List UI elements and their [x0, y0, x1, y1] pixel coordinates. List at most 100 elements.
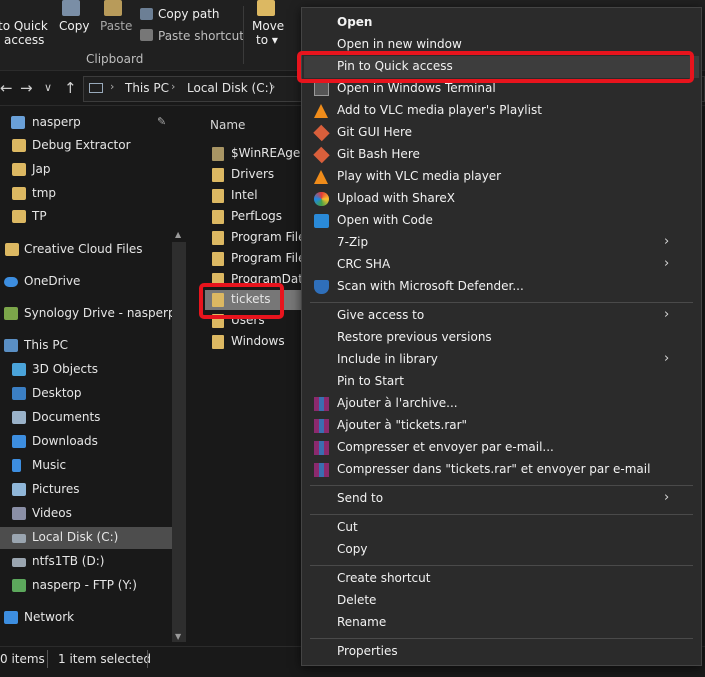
- nav-item-label: nasperp: [32, 115, 81, 129]
- menu-item-7zip[interactable]: 7-Zip ›: [304, 232, 699, 254]
- file-name: Program Files: [231, 251, 312, 265]
- network-icon: [4, 611, 18, 624]
- menu-label: Ajouter à l'archive...: [337, 396, 458, 410]
- menu-item-open-with-code[interactable]: Open with Code: [304, 210, 699, 232]
- creative-cloud-icon: [5, 243, 19, 256]
- move-to-button[interactable]: Move to ▾: [252, 19, 284, 47]
- menu-item-winrar-compress-email[interactable]: Compresser et envoyer par e-mail...: [304, 437, 699, 459]
- sharex-icon: [314, 192, 329, 206]
- menu-label: Play with VLC media player: [337, 169, 502, 183]
- nav-item-label: tmp: [32, 186, 57, 200]
- chevron-right-icon: ›: [664, 256, 670, 271]
- nav-item-onedrive[interactable]: OneDrive: [0, 271, 172, 293]
- folder-icon: [212, 231, 224, 245]
- menu-label: Open with Code: [337, 213, 433, 227]
- menu-label: Open in Windows Terminal: [337, 81, 496, 95]
- nav-item-ftp[interactable]: nasperp - FTP (Y:): [0, 575, 172, 597]
- menu-item-git-bash[interactable]: Git Bash Here: [304, 144, 699, 166]
- breadcrumb-this-pc[interactable]: This PC: [125, 81, 169, 95]
- menu-item-open[interactable]: Open: [304, 12, 699, 34]
- menu-item-defender[interactable]: Scan with Microsoft Defender...: [304, 276, 699, 298]
- nav-item-downloads[interactable]: Downloads: [0, 431, 172, 453]
- nav-item-network[interactable]: Network: [0, 607, 172, 629]
- menu-item-sharex[interactable]: Upload with ShareX: [304, 188, 699, 210]
- menu-item-give-access[interactable]: Give access to ›: [304, 305, 699, 327]
- back-arrow-icon[interactable]: ←: [0, 79, 13, 97]
- menu-item-rename[interactable]: Rename: [304, 612, 699, 634]
- menu-item-include-library[interactable]: Include in library ›: [304, 349, 699, 371]
- menu-label: Delete: [337, 593, 377, 607]
- copy-path-icon: [140, 8, 153, 20]
- menu-label: Add to VLC media player's Playlist: [337, 103, 542, 117]
- scroll-down-arrow-icon[interactable]: ▼: [175, 632, 181, 641]
- paste-icon: [104, 0, 122, 16]
- onedrive-cloud-icon: [4, 277, 18, 287]
- defender-shield-icon: [314, 280, 329, 294]
- up-arrow-icon[interactable]: ↑: [64, 79, 77, 97]
- menu-item-git-gui[interactable]: Git GUI Here: [304, 122, 699, 144]
- menu-item-cut[interactable]: Cut: [304, 517, 699, 539]
- menu-label: Open in new window: [337, 37, 462, 51]
- nav-item-debug-extractor[interactable]: Debug Extractor: [0, 135, 172, 157]
- chevron-right-icon: ›: [664, 490, 670, 505]
- menu-item-restore-versions[interactable]: Restore previous versions: [304, 327, 699, 349]
- menu-label: Include in library: [337, 352, 438, 366]
- nav-scrollbar-thumb[interactable]: [172, 242, 186, 642]
- winrar-icon: [314, 463, 329, 477]
- nav-item-tmp[interactable]: tmp: [0, 183, 172, 205]
- menu-item-winrar-add-archive[interactable]: Ajouter à l'archive...: [304, 393, 699, 415]
- menu-label: Copy: [337, 542, 368, 556]
- menu-item-winrar-compress-tickets-email[interactable]: Compresser dans "tickets.rar" et envoyer…: [304, 459, 699, 481]
- documents-icon: [12, 411, 26, 424]
- nav-item-pictures[interactable]: Pictures: [0, 479, 172, 501]
- nav-item-label: Pictures: [32, 482, 80, 496]
- nav-item-ntfs1tb[interactable]: ntfs1TB (D:): [0, 551, 172, 573]
- nav-item-this-pc[interactable]: This PC: [0, 335, 172, 357]
- scroll-up-arrow-icon[interactable]: ▲: [175, 230, 181, 239]
- recent-locations-chevron-icon[interactable]: ∨: [44, 81, 52, 94]
- menu-item-copy[interactable]: Copy: [304, 539, 699, 561]
- breadcrumb-local-disk[interactable]: Local Disk (C:): [187, 81, 273, 95]
- nav-item-local-disk-c[interactable]: Local Disk (C:): [0, 527, 172, 549]
- menu-item-vlc-playlist[interactable]: Add to VLC media player's Playlist: [304, 100, 699, 122]
- copy-icon: [62, 0, 80, 16]
- computer-icon: [4, 339, 18, 352]
- copy-ribbon-button[interactable]: Copy: [59, 19, 89, 33]
- nav-item-3d-objects[interactable]: 3D Objects: [0, 359, 172, 381]
- menu-item-crc-sha[interactable]: CRC SHA ›: [304, 254, 699, 276]
- paste-ribbon-button[interactable]: Paste: [100, 19, 132, 33]
- menu-item-create-shortcut[interactable]: Create shortcut: [304, 568, 699, 590]
- chevron-right-icon: ›: [664, 234, 670, 249]
- folder-icon: [212, 147, 224, 161]
- menu-item-vlc-play[interactable]: Play with VLC media player: [304, 166, 699, 188]
- menu-label: Give access to: [337, 308, 425, 322]
- drive-icon: [12, 558, 26, 567]
- nav-item-music[interactable]: Music: [0, 455, 172, 477]
- menu-label: 7-Zip: [337, 235, 369, 249]
- menu-item-send-to[interactable]: Send to ›: [304, 488, 699, 510]
- menu-separator: [310, 485, 693, 486]
- folder-icon: [12, 139, 26, 152]
- nav-item-creative-cloud[interactable]: Creative Cloud Files: [0, 239, 172, 261]
- move-to-icon: [257, 0, 275, 16]
- nav-item-documents[interactable]: Documents: [0, 407, 172, 429]
- nav-item-jap[interactable]: Jap: [0, 159, 172, 181]
- pin-quick-access-ribbon-label[interactable]: to Quick access: [0, 19, 48, 47]
- nav-item-label: ntfs1TB (D:): [32, 554, 105, 568]
- menu-separator: [310, 514, 693, 515]
- nav-item-label: Local Disk (C:): [32, 530, 119, 544]
- copy-path-button[interactable]: Copy path: [158, 7, 220, 21]
- vlc-cone-icon: [314, 170, 328, 184]
- nav-item-nasperp[interactable]: nasperp ✎: [0, 112, 172, 134]
- paste-shortcut-button[interactable]: Paste shortcut: [158, 29, 244, 43]
- nav-item-tp[interactable]: TP: [0, 206, 172, 228]
- nav-item-desktop[interactable]: Desktop: [0, 383, 172, 405]
- menu-item-delete[interactable]: Delete: [304, 590, 699, 612]
- nav-item-synology[interactable]: Synology Drive - nasperp: [0, 303, 176, 325]
- menu-item-pin-start[interactable]: Pin to Start: [304, 371, 699, 393]
- forward-arrow-icon[interactable]: →: [20, 79, 33, 97]
- menu-item-properties[interactable]: Properties: [304, 641, 699, 663]
- column-header-name[interactable]: Name: [210, 118, 245, 132]
- nav-item-videos[interactable]: Videos: [0, 503, 172, 525]
- menu-item-winrar-add-tickets[interactable]: Ajouter à "tickets.rar": [304, 415, 699, 437]
